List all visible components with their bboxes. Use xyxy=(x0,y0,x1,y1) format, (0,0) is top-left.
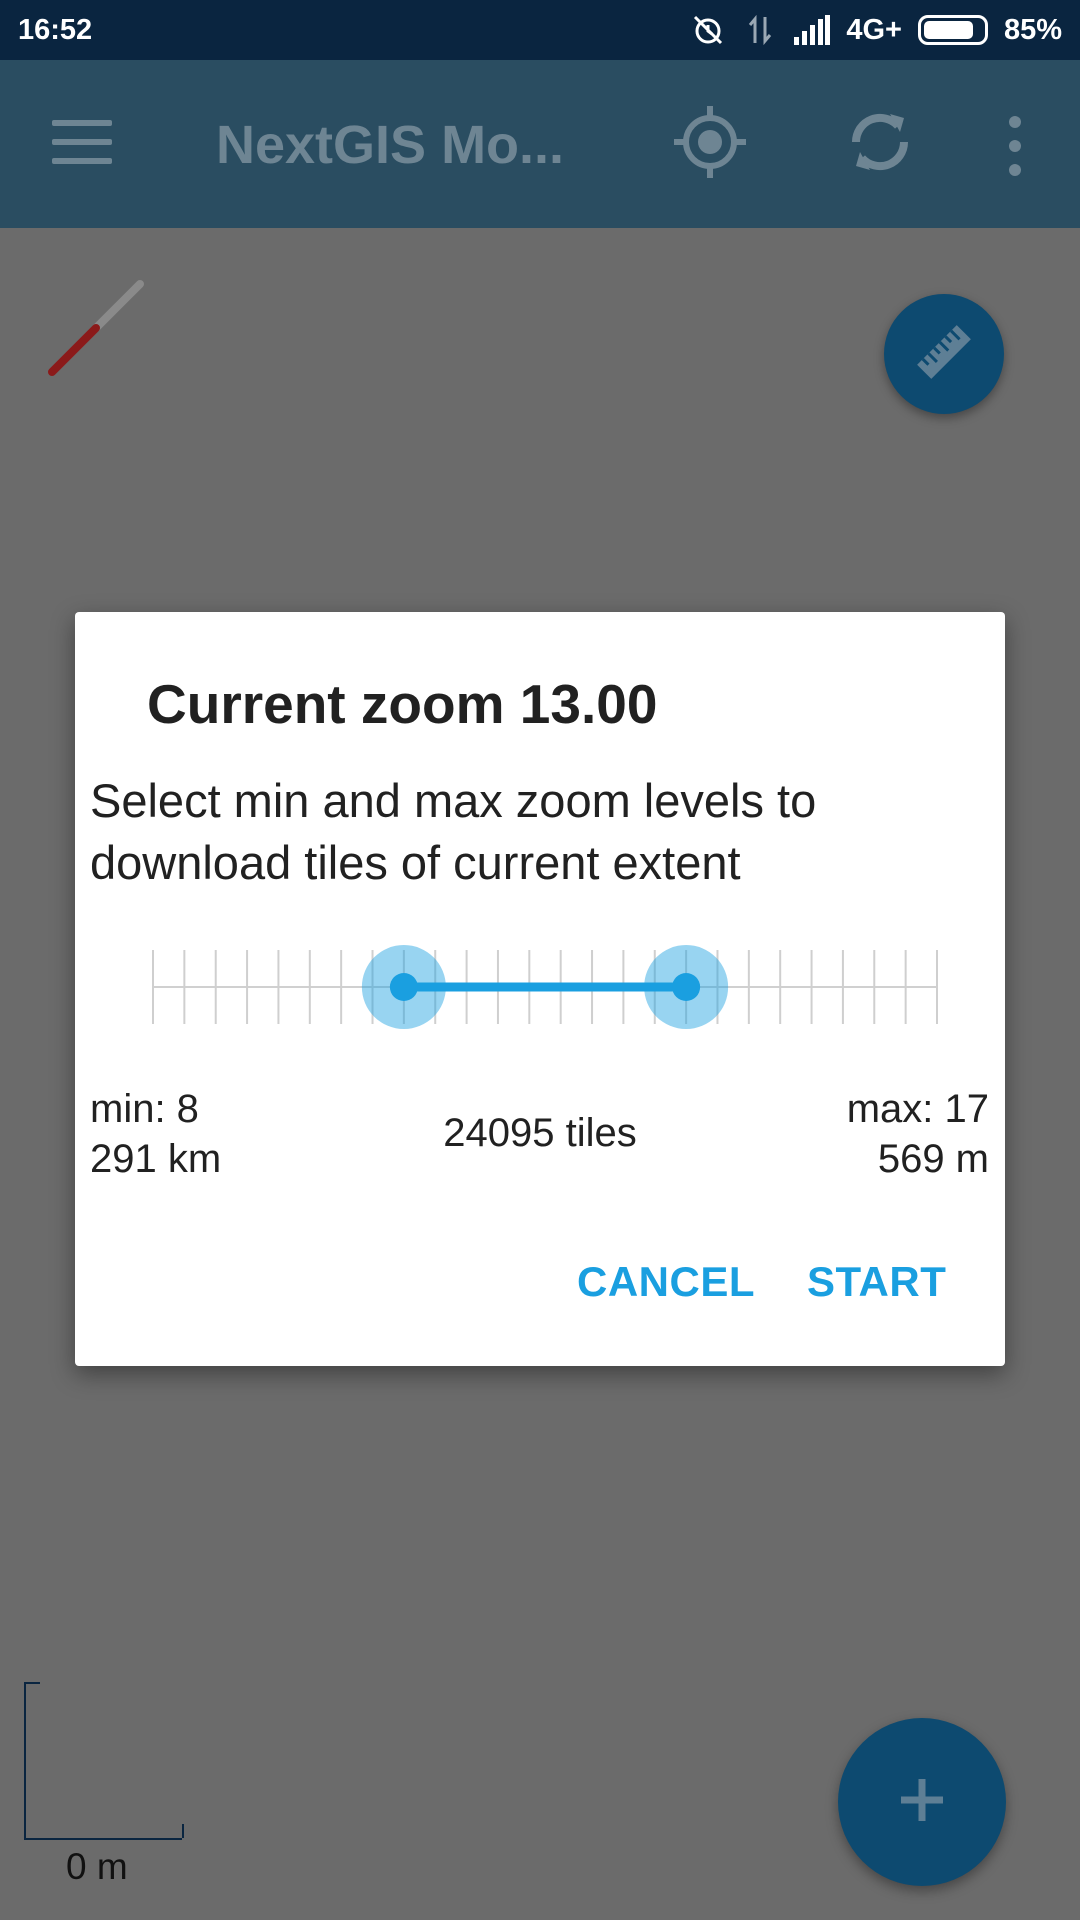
zoom-range-slider[interactable] xyxy=(135,942,955,1032)
network-type: 4G+ xyxy=(846,13,902,46)
status-icons: 4G+ 85% xyxy=(690,13,1062,47)
scale-bar xyxy=(24,1682,184,1840)
menu-icon[interactable] xyxy=(52,120,112,166)
start-button[interactable]: START xyxy=(807,1258,946,1306)
zoom-download-dialog: Current zoom 13.00 Select min and max zo… xyxy=(75,612,1005,1366)
status-time: 16:52 xyxy=(18,13,93,46)
sync-icon[interactable] xyxy=(842,104,918,180)
max-zoom-label: max: 17 xyxy=(846,1087,989,1131)
add-icon xyxy=(897,1775,947,1830)
zoom-range-track[interactable] xyxy=(135,942,955,1032)
battery-icon xyxy=(917,15,988,45)
alarm-off-icon xyxy=(690,13,726,47)
signal-icon xyxy=(794,13,831,47)
slider-min-thumb[interactable] xyxy=(389,973,418,1001)
max-zoom-info: max: 17 569 m xyxy=(847,1084,989,1184)
dialog-title: Current zoom 13.00 xyxy=(147,673,658,735)
compass-icon[interactable] xyxy=(44,276,148,380)
more-vert-icon[interactable] xyxy=(1000,116,1030,176)
cancel-button[interactable]: CANCEL xyxy=(577,1258,755,1306)
status-bar: 16:52 4G+ 85% xyxy=(0,0,1080,60)
locate-icon[interactable] xyxy=(672,104,748,180)
scale-label: 0 m xyxy=(66,1846,128,1887)
slider-max-thumb[interactable] xyxy=(672,973,701,1001)
ruler-button[interactable] xyxy=(884,294,1004,414)
battery-fill xyxy=(923,21,974,39)
app-bar: NextGIS Mo... xyxy=(0,60,1080,228)
app-title: NextGIS Mo... xyxy=(216,115,565,175)
ruler-icon xyxy=(912,320,976,389)
data-transfer-icon xyxy=(742,13,778,47)
battery-percent: 85% xyxy=(1003,13,1062,46)
add-button[interactable] xyxy=(838,1718,1006,1886)
dialog-message: Select min and max zoom levels to downlo… xyxy=(90,774,817,889)
max-zoom-distance: 569 m xyxy=(877,1137,989,1181)
